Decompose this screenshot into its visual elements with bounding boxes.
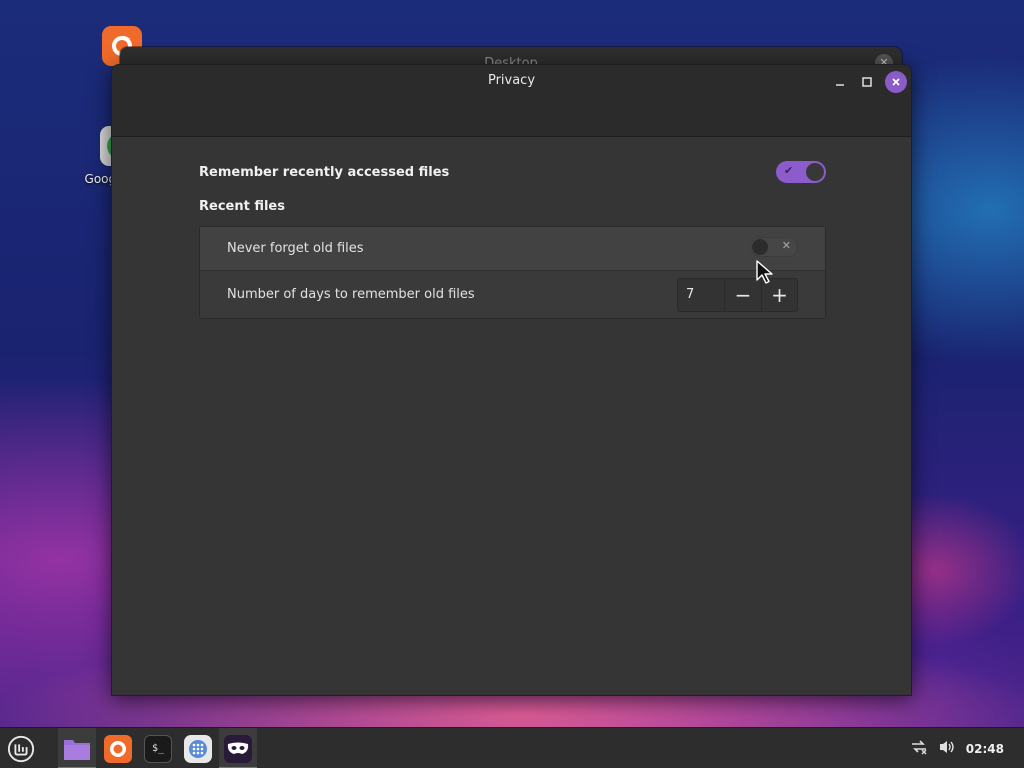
days-spinbutton: 7 − +: [677, 278, 798, 312]
privacy-icon: [224, 734, 252, 763]
mouse-pointer-icon: [756, 260, 773, 284]
titlebar[interactable]: Privacy: [112, 65, 911, 137]
maximize-icon: [862, 77, 872, 87]
close-icon: [892, 78, 900, 86]
switch-knob: [806, 163, 824, 181]
switch-knob: [752, 239, 768, 255]
taskbar-software-manager[interactable]: [179, 728, 217, 768]
days-label: Number of days to remember old files: [227, 287, 475, 302]
volume-icon[interactable]: [938, 739, 956, 759]
maximize-button[interactable]: [856, 71, 878, 93]
settings-content: Remember recently accessed files ✔ Recen…: [199, 137, 826, 319]
minus-icon: −: [734, 283, 752, 307]
system-tray: 02:48: [910, 728, 1024, 768]
clock[interactable]: 02:48: [966, 742, 1004, 756]
close-icon: ✕: [781, 239, 791, 252]
taskbar-firefox[interactable]: [99, 728, 137, 768]
remember-recent-label: Remember recently accessed files: [199, 164, 450, 180]
taskbar-files[interactable]: [58, 728, 96, 768]
taskbar-privacy[interactable]: [219, 728, 257, 768]
remember-recent-switch[interactable]: ✔: [776, 161, 826, 183]
terminal-icon: $_: [144, 734, 172, 763]
recent-files-list: Never forget old files ✕ Number of days …: [199, 226, 826, 319]
plus-icon: +: [771, 283, 788, 307]
software-manager-icon: [184, 734, 212, 763]
check-icon: ✔: [784, 164, 794, 177]
taskbar-terminal[interactable]: $_: [139, 728, 177, 768]
never-forget-switch[interactable]: ✕: [750, 237, 798, 257]
days-input[interactable]: 7: [678, 279, 725, 311]
network-icon[interactable]: [910, 739, 928, 759]
files-icon: [63, 735, 91, 763]
minimize-icon: [836, 84, 844, 86]
window-title: Privacy: [487, 73, 536, 88]
days-row: Number of days to remember old files 7 −…: [200, 270, 825, 318]
remember-recent-row: Remember recently accessed files ✔: [199, 137, 826, 207]
minimize-button[interactable]: [829, 71, 851, 93]
privacy-window: Privacy Remember recently accessed files…: [111, 64, 912, 696]
menu-icon: [7, 735, 35, 763]
taskbar-menu-button[interactable]: [2, 728, 40, 768]
firefox-icon: [104, 734, 132, 763]
close-button[interactable]: [885, 71, 907, 93]
never-forget-row: Never forget old files ✕: [200, 227, 825, 270]
never-forget-label: Never forget old files: [227, 241, 364, 256]
taskbar: $_ 02:48: [0, 727, 1024, 768]
